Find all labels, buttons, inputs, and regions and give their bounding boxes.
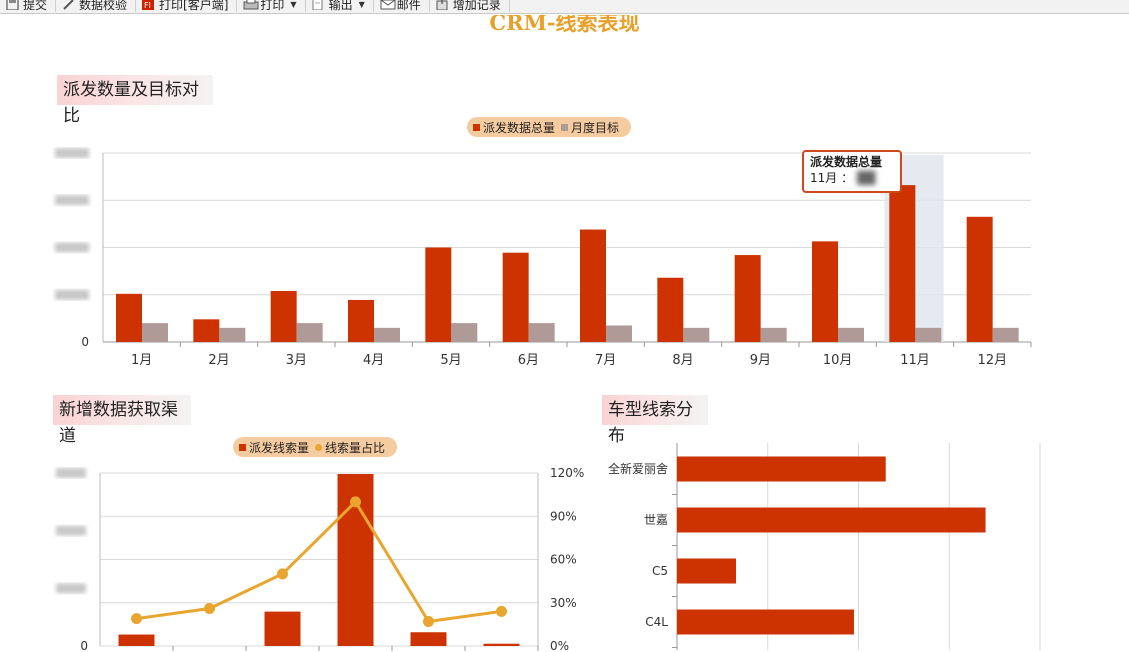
line-lead-share — [136, 499, 502, 624]
point-lead-share[interactable] — [350, 496, 361, 508]
y-tick-label-blurred — [56, 468, 86, 478]
x-tick-label: 8月 — [672, 353, 693, 368]
x-tick-label: 7月 — [595, 353, 616, 368]
bar-model-leads[interactable] — [677, 456, 886, 482]
y-tick-label-blurred — [55, 289, 89, 300]
bar-monthly-target[interactable] — [142, 323, 168, 342]
y-tick-label: 全新爱丽舍 — [608, 461, 668, 476]
y2-tick-label: 60% — [550, 553, 577, 567]
tooltip-value-blurred: ██ — [856, 171, 876, 185]
bar-model-leads[interactable] — [677, 507, 986, 533]
bar-dispatched-leads[interactable] — [483, 643, 520, 646]
chart-tooltip: 派发数据总量 11月 ： ██ — [802, 150, 902, 193]
bar-monthly-target[interactable] — [606, 325, 632, 342]
y-tick-label: C4L — [645, 615, 668, 629]
bar-dispatch-total[interactable] — [502, 252, 529, 342]
bar-dispatch-total[interactable] — [193, 319, 220, 342]
bar-monthly-target[interactable] — [683, 327, 710, 342]
bar-model-leads[interactable] — [677, 558, 736, 584]
x-tick-label: 5月 — [440, 353, 461, 368]
x-tick-label: 6月 — [518, 353, 539, 368]
tooltip-separator: ： — [841, 171, 854, 185]
y-tick-label-blurred — [56, 583, 86, 594]
bar-dispatch-total[interactable] — [734, 255, 761, 342]
bar-dispatch-total[interactable] — [116, 293, 142, 342]
point-lead-share[interactable] — [496, 605, 507, 617]
x-tick-label: 4月 — [363, 353, 384, 368]
x-tick-label: 12月 — [978, 353, 1008, 368]
bar-monthly-target[interactable] — [374, 327, 400, 342]
point-lead-share[interactable] — [204, 603, 215, 615]
bar-monthly-target[interactable] — [296, 323, 323, 342]
bar-model-leads[interactable] — [677, 609, 854, 635]
y-tick-label-blurred — [56, 525, 86, 536]
y2-tick-label: 120% — [550, 466, 584, 480]
y-tick-label-blurred — [55, 148, 89, 158]
bar-monthly-target[interactable] — [219, 327, 246, 342]
bar-monthly-target[interactable] — [992, 327, 1019, 342]
bar-dispatch-total[interactable] — [966, 216, 993, 342]
y2-tick-label: 30% — [550, 596, 577, 610]
bar-dispatched-leads[interactable] — [264, 611, 301, 646]
point-lead-share[interactable] — [423, 615, 434, 627]
bar-monthly-target[interactable] — [528, 323, 555, 342]
tooltip-category: 11月 — [810, 171, 838, 185]
point-lead-share[interactable] — [131, 613, 142, 625]
point-lead-share[interactable] — [277, 568, 288, 580]
y-tick-label-blurred — [55, 242, 89, 253]
x-tick-label: 11月 — [900, 353, 930, 368]
y-tick-label: C5 — [652, 564, 668, 578]
bar-monthly-target[interactable] — [451, 323, 478, 342]
bar-dispatch-total[interactable] — [889, 185, 916, 342]
y-tick-label: 世嘉 — [644, 513, 668, 527]
bar-dispatch-total[interactable] — [657, 277, 684, 342]
x-tick-label: 10月 — [823, 353, 853, 368]
chart1-plot: 0 1月 2月 3月 4月 5月 6月 7月 8月 9月 10月 11月 12月 0% 30% 60% 90% 1… — [55, 148, 1041, 652]
x-tick-label: 1月 — [131, 353, 152, 368]
x-tick-label: 3月 — [286, 353, 307, 368]
tooltip-series: 派发数据总量 — [810, 155, 883, 169]
bar-monthly-target[interactable] — [915, 327, 942, 342]
bar-dispatched-leads[interactable] — [118, 634, 155, 646]
x-tick-label: 9月 — [750, 353, 771, 368]
bar-monthly-target[interactable] — [760, 327, 787, 342]
bar-monthly-target[interactable] — [838, 327, 864, 342]
bar-dispatch-total[interactable] — [348, 299, 374, 342]
x-tick-label: 2月 — [208, 353, 229, 368]
y-tick-label: 0 — [80, 639, 88, 652]
bar-dispatched-leads[interactable] — [410, 632, 447, 646]
tooltip-row: 11月 ： ██ — [810, 170, 894, 186]
bar-dispatch-total[interactable] — [270, 290, 297, 342]
bar-dispatch-total[interactable] — [580, 229, 606, 342]
y-tick-label: 0 — [81, 335, 89, 349]
bar-dispatch-total[interactable] — [425, 247, 452, 343]
y-tick-label-blurred — [55, 195, 89, 206]
bar-dispatch-total[interactable] — [812, 241, 838, 342]
y2-tick-label: 90% — [550, 509, 577, 523]
y2-tick-label: 0% — [550, 639, 569, 652]
